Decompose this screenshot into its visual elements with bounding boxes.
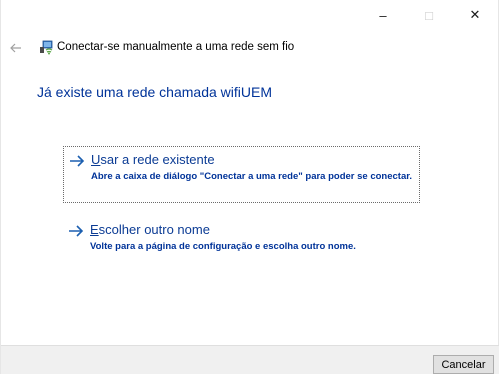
choose-another-name-description: Volte para a página de configuração e es… [90,241,356,252]
main-instruction: Já existe uma rede chamada wifiUEM [37,84,272,100]
accelerator-key: U [91,152,101,167]
accelerator-key: E [90,222,99,237]
arrow-right-icon [69,225,84,237]
maximize-button: □ [406,0,452,30]
title-text: scolher outro nome [98,222,210,237]
back-button[interactable] [8,40,24,56]
title-text: sar a rede existente [100,152,215,167]
close-icon: ✕ [469,7,481,22]
close-button[interactable]: ✕ [452,0,498,30]
use-existing-network-description: Abre a caixa de diálogo "Conectar a uma … [91,171,413,182]
choose-another-name-link[interactable]: Escolher outro nome Volte para a página … [63,217,420,257]
minimize-icon: – [379,7,387,23]
arrow-right-icon [70,155,85,167]
minimize-button[interactable]: – [360,0,406,30]
use-existing-network-link[interactable]: Usar a rede existente Abre a caixa de di… [63,146,420,203]
use-existing-network-title: Usar a rede existente [91,152,215,167]
choose-another-name-title: Escolher outro nome [90,222,210,237]
cancel-button[interactable]: Cancelar [433,355,494,374]
wizard-footer: Cancelar [1,345,499,374]
caption-buttons: – □ ✕ [360,0,498,30]
wizard-title: Conectar-se manualmente a uma rede sem f… [57,41,295,53]
maximize-icon: □ [425,7,433,23]
back-arrow-icon [10,43,21,53]
wizard-window: – □ ✕ Conectar-se manualmente a uma rede… [0,0,499,374]
network-icon [40,40,53,55]
